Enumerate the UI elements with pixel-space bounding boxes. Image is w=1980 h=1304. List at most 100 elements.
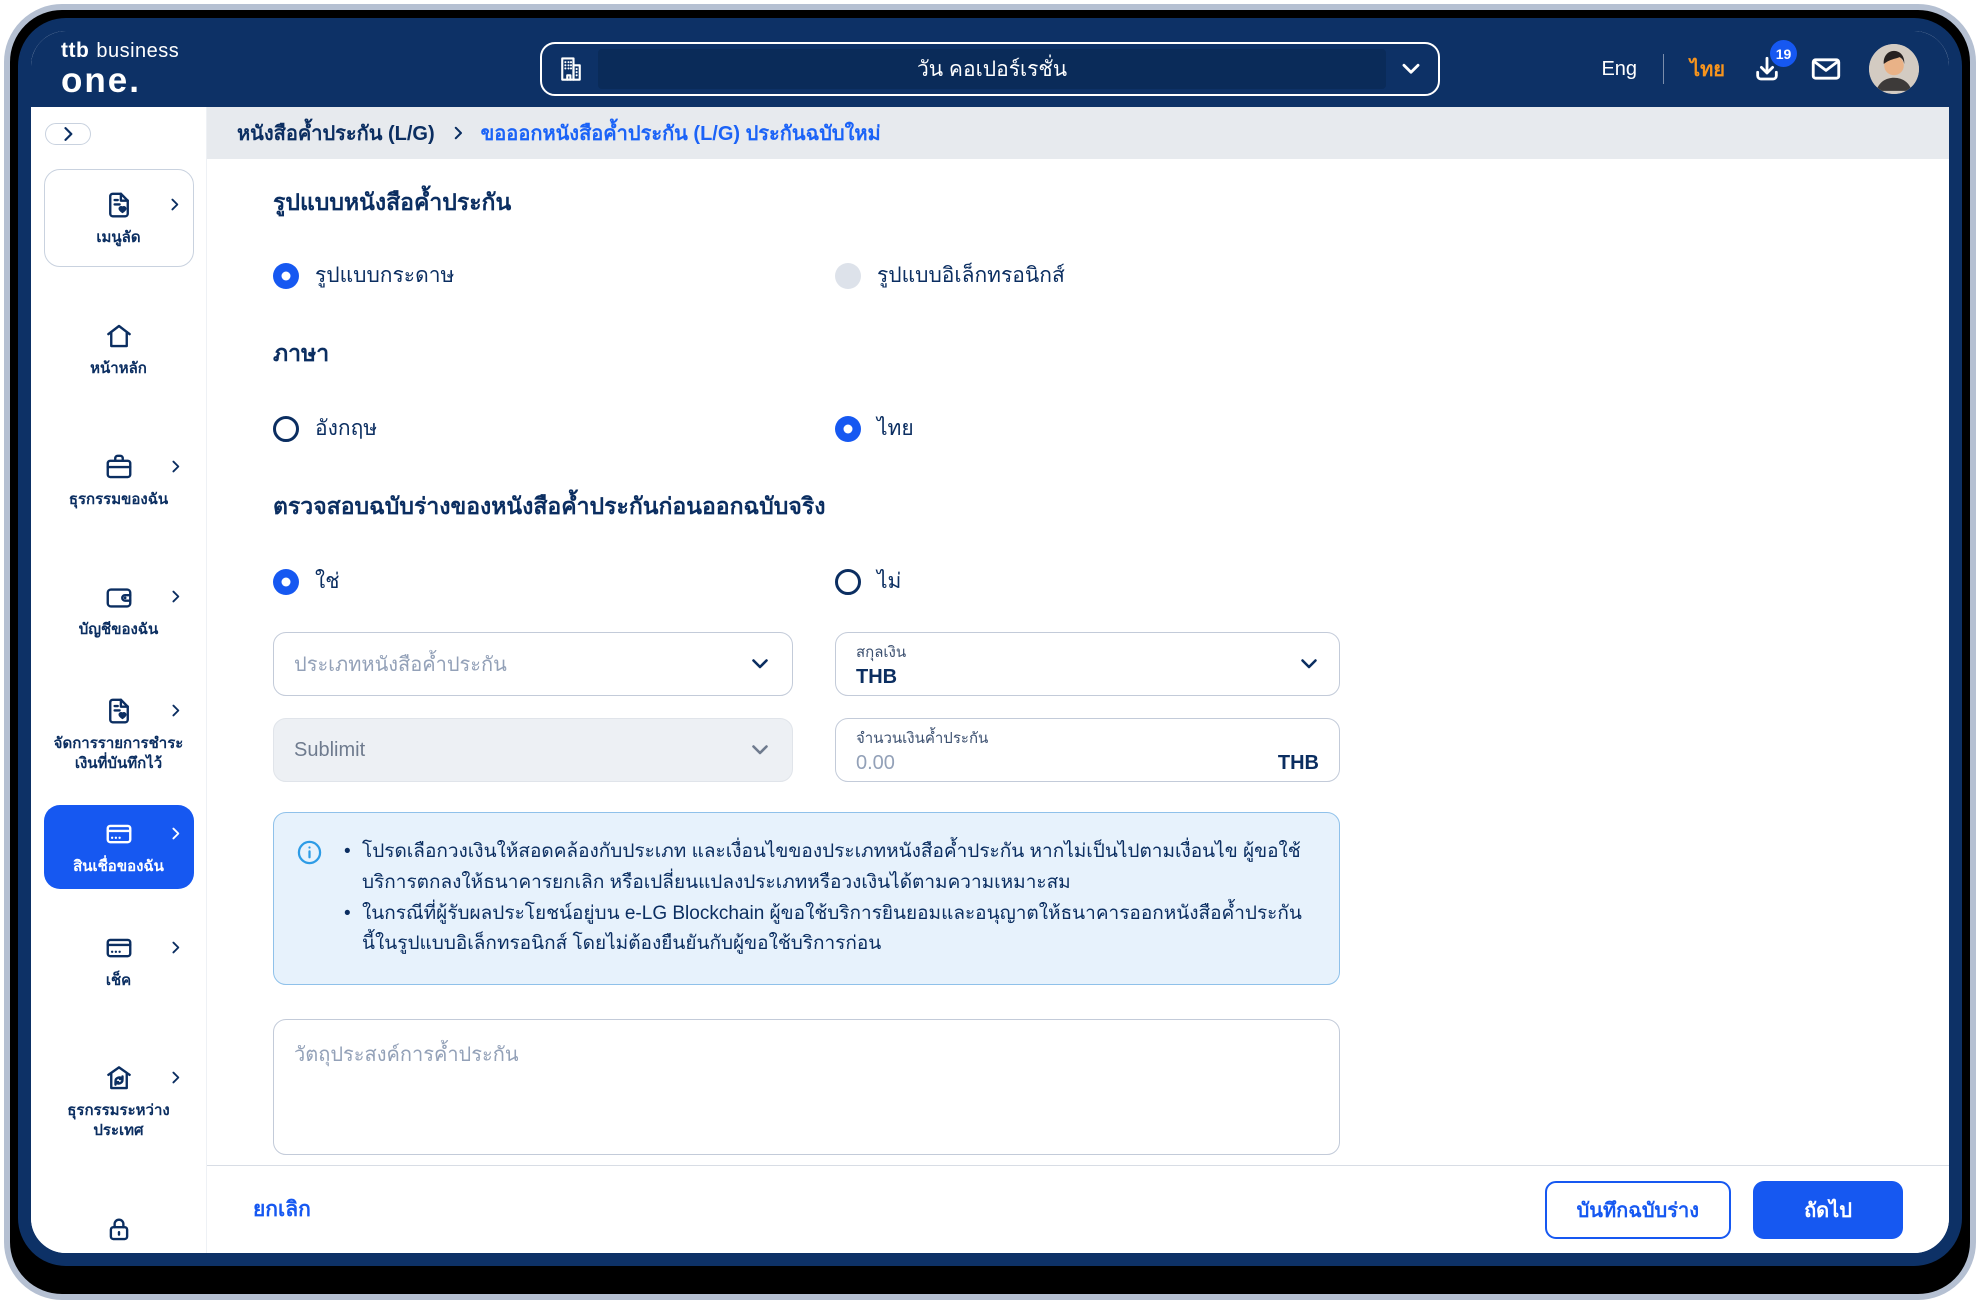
logo-brand-suffix: business [96, 40, 179, 62]
chevron-down-icon [748, 738, 772, 762]
chevron-right-icon [167, 825, 184, 842]
mail-icon [1809, 52, 1843, 86]
chevron-right-icon [167, 588, 184, 605]
chevron-down-icon [1297, 652, 1321, 676]
sidebar-item-shortcut-menu[interactable]: เมนูลัด [44, 169, 194, 267]
logo-brand: ttb [61, 39, 89, 62]
sidebar-item-international[interactable]: ธุรกรรมระหว่างประเทศ [44, 1049, 194, 1154]
breadcrumb-current: ขอออกหนังสือค้ำประกัน (L/G) ประกันฉบับให… [481, 117, 881, 149]
ttb-business-one-logo: ttb business one. [61, 40, 179, 98]
sidebar-item-ctf[interactable]: CTF [44, 1200, 194, 1267]
mail-button[interactable] [1809, 52, 1843, 86]
chevron-down-icon [748, 652, 772, 676]
amount-field[interactable]: จำนวนเงินค้ำประกัน THB [835, 718, 1340, 782]
sidebar-item-my-transactions[interactable]: ธุรกรรมของฉัน [44, 438, 194, 522]
sidebar-item-my-accounts[interactable]: บัญชีของฉัน [44, 568, 194, 652]
action-footer: ยกเลิก บันทึกฉบับร่าง ถัดไป [207, 1165, 1949, 1253]
app-window: ttb business one. วัน คอเปอร์เรชั่น Eng ไ… [18, 18, 1962, 1266]
info-bullet-list: โปรดเลือกวงเงินให้สอดคล้องกับประเภท และเ… [340, 837, 1309, 960]
chevron-down-icon [1398, 56, 1424, 82]
sidebar-item-label: ธุรกรรมของฉัน [50, 490, 188, 510]
language-divider [1663, 54, 1664, 84]
amount-currency-suffix: THB [1278, 752, 1319, 775]
radio-selected-icon [273, 569, 299, 595]
radio-option-english[interactable]: อังกฤษ [273, 412, 835, 445]
sidebar-item-label: สินเชื่อของฉัน [50, 857, 188, 877]
purpose-textarea[interactable] [273, 1019, 1340, 1155]
radio-option-yes[interactable]: ใช่ [273, 565, 835, 598]
currency-dropdown[interactable]: สกุลเงิน THB [835, 632, 1340, 696]
amount-label: จำนวนเงินค้ำประกัน [856, 726, 1319, 750]
radio-label: ไม่ [877, 565, 901, 598]
company-name: วัน คอเปอร์เรชั่น [598, 49, 1386, 89]
sublimit-dropdown: Sublimit [273, 718, 793, 782]
sidebar-item-my-loans[interactable]: สินเชื่อของฉัน [44, 805, 194, 889]
radio-selected-icon [835, 416, 861, 442]
form-scroll-area[interactable]: รูปแบบหนังสือค้ำประกัน รูปแบบกระดาษ รูปแ… [207, 159, 1949, 1165]
radio-group-check-draft: ใช่ ไม่ [273, 565, 1949, 598]
lock-icon [50, 1214, 188, 1244]
lg-type-placeholder: ประเภทหนังสือค้ำประกัน [294, 648, 507, 680]
save-draft-button[interactable]: บันทึกฉบับร่าง [1545, 1181, 1731, 1239]
sidebar-item-label: หน้าหลัก [50, 359, 188, 379]
chevron-right-icon [58, 124, 78, 144]
section-title-lg-format: รูปแบบหนังสือค้ำประกัน [273, 185, 1949, 221]
language-toggle-thai[interactable]: ไทย [1690, 53, 1725, 85]
chevron-right-icon [167, 939, 184, 956]
radio-option-thai[interactable]: ไทย [835, 412, 1949, 445]
sidebar-item-saved-payments[interactable]: จัดการรายการชำระเงินที่บันทึกไว้ [44, 682, 194, 787]
radio-unselected-icon [273, 416, 299, 442]
sidebar-item-label: CTF [50, 1252, 188, 1267]
radio-selected-icon [273, 263, 299, 289]
radio-option-paper[interactable]: รูปแบบกระดาษ [273, 259, 835, 292]
main-content: หนังสือค้ำประกัน (L/G) ขอออกหนังสือค้ำปร… [207, 107, 1949, 1253]
sublimit-label: Sublimit [294, 739, 365, 762]
chevron-right-icon [166, 196, 183, 213]
radio-unselected-icon [835, 569, 861, 595]
sidebar-item-home[interactable]: หน้าหลัก [44, 307, 194, 391]
chevron-right-icon [167, 702, 184, 719]
sidebar-item-label: จัดการรายการชำระเงินที่บันทึกไว้ [50, 734, 188, 775]
info-bullet: โปรดเลือกวงเงินให้สอดคล้องกับประเภท และเ… [340, 837, 1309, 899]
chevron-right-icon [167, 458, 184, 475]
device-frame: ttb business one. วัน คอเปอร์เรชั่น Eng ไ… [4, 4, 1976, 1300]
avatar[interactable] [1869, 44, 1919, 94]
sidebar-item-label: เช็ค [50, 971, 188, 991]
currency-value: THB [856, 666, 1319, 689]
info-banner: โปรดเลือกวงเงินให้สอดคล้องกับประเภท และเ… [273, 812, 1340, 985]
radio-option-electronic[interactable]: รูปแบบอิเล็กทรอนิกส์ [835, 259, 1949, 292]
radio-label: ใช่ [315, 565, 340, 598]
download-button[interactable]: 19 [1751, 53, 1783, 85]
building-icon [556, 54, 586, 84]
sidebar-item-cheque[interactable]: เช็ค [44, 919, 194, 1003]
logo-product: one. [61, 63, 179, 98]
sidebar-item-label: บัญชีของฉัน [50, 620, 188, 640]
radio-label: รูปแบบอิเล็กทรอนิกส์ [877, 259, 1065, 292]
company-selector[interactable]: วัน คอเปอร์เรชั่น [540, 42, 1440, 96]
radio-label: ไทย [877, 412, 914, 445]
avatar-image [1869, 44, 1919, 94]
info-icon [296, 839, 323, 866]
radio-option-no[interactable]: ไม่ [835, 565, 1949, 598]
sidebar-item-label: ธุรกรรมระหว่างประเทศ [50, 1101, 188, 1142]
language-toggle-eng[interactable]: Eng [1601, 58, 1637, 81]
breadcrumb-parent[interactable]: หนังสือค้ำประกัน (L/G) [237, 117, 435, 149]
top-header: ttb business one. วัน คอเปอร์เรชั่น Eng ไ… [31, 31, 1949, 107]
chevron-right-icon [449, 124, 467, 142]
radio-group-lg-format: รูปแบบกระดาษ รูปแบบอิเล็กทรอนิกส์ [273, 259, 1949, 292]
section-title-check-draft: ตรวจสอบฉบับร่างของหนังสือค้ำประกันก่อนออ… [273, 489, 1949, 525]
radio-label: อังกฤษ [315, 412, 377, 445]
next-button[interactable]: ถัดไป [1753, 1181, 1903, 1239]
lg-type-dropdown[interactable]: ประเภทหนังสือค้ำประกัน [273, 632, 793, 696]
amount-input[interactable] [856, 752, 1278, 775]
home-icon [50, 321, 188, 351]
download-count-badge: 19 [1770, 40, 1797, 67]
sidebar: เมนูลัด หน้าหลัก ธุรกรรมของฉัน บัญชีของฉ… [31, 107, 207, 1253]
sidebar-item-label: เมนูลัด [51, 228, 187, 248]
radio-disabled-icon [835, 263, 861, 289]
section-title-language: ภาษา [273, 336, 1949, 372]
cancel-button[interactable]: ยกเลิก [253, 1193, 311, 1226]
breadcrumb: หนังสือค้ำประกัน (L/G) ขอออกหนังสือค้ำปร… [207, 107, 1949, 159]
sidebar-collapse-button[interactable] [45, 123, 91, 145]
currency-label: สกุลเงิน [856, 640, 1319, 664]
